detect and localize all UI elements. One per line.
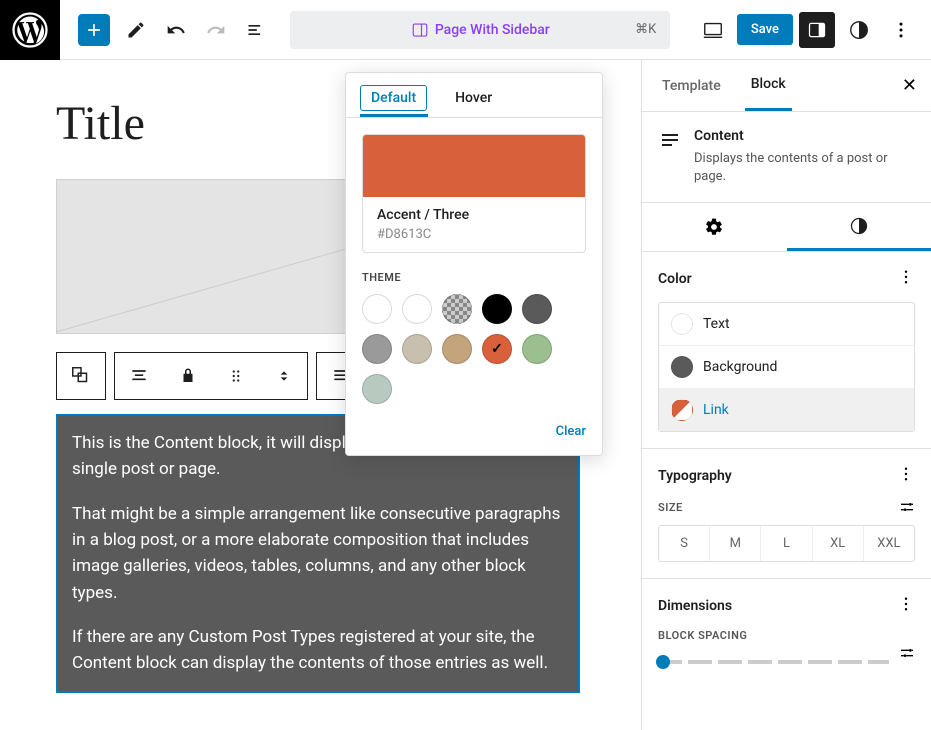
settings-sliders-icon[interactable] <box>899 645 915 661</box>
color-indicator <box>671 399 693 421</box>
dimensions-panel: Dimensions BLOCK SPACING <box>642 579 931 680</box>
color-row-label: Text <box>703 316 730 332</box>
lock-button[interactable] <box>163 353 211 399</box>
theme-swatch[interactable] <box>442 334 472 364</box>
size-button-l[interactable]: L <box>760 526 811 561</box>
command-shortcut: ⌘K <box>635 22 656 37</box>
color-swatch-large <box>363 135 585 197</box>
size-label: SIZE <box>658 501 683 514</box>
theme-swatch[interactable] <box>362 294 392 324</box>
close-sidebar-button[interactable]: ✕ <box>902 75 917 96</box>
theme-section-label: THEME <box>362 271 586 284</box>
theme-swatch[interactable] <box>402 334 432 364</box>
save-button[interactable]: Save <box>737 14 793 45</box>
tab-default[interactable]: Default <box>360 85 427 111</box>
slider-thumb[interactable] <box>656 655 670 669</box>
color-indicator <box>671 356 693 378</box>
color-row-label: Link <box>703 402 729 418</box>
options-menu-button[interactable] <box>883 12 919 48</box>
typography-title: Typography <box>658 468 732 484</box>
wordpress-logo[interactable] <box>0 0 60 60</box>
page-title-label: Page With Sidebar <box>435 22 550 38</box>
styles-subtab[interactable] <box>787 203 931 251</box>
content-paragraph: If there are any Custom Post Types regis… <box>72 624 564 677</box>
top-toolbar: Page With Sidebar ⌘K Save <box>0 0 931 60</box>
settings-sliders-icon[interactable] <box>899 499 915 515</box>
color-panel-menu[interactable] <box>897 268 915 290</box>
add-block-button[interactable] <box>78 14 110 46</box>
block-type-button[interactable] <box>57 353 105 399</box>
color-hex: #D8613C <box>377 227 571 242</box>
tab-template[interactable]: Template <box>656 60 727 111</box>
undo-button[interactable] <box>158 12 194 48</box>
clear-color-button[interactable]: Clear <box>362 424 586 439</box>
right-tools: Save <box>695 12 919 48</box>
block-description: Displays the contents of a post or page. <box>694 150 915 186</box>
color-preview-box[interactable]: Accent / Three #D8613C <box>362 134 586 253</box>
block-spacing-slider[interactable] <box>658 660 889 664</box>
color-rows: Text Background Link <box>658 302 915 432</box>
tab-hover[interactable]: Hover <box>455 90 492 116</box>
theme-swatch[interactable] <box>522 334 552 364</box>
dimensions-title: Dimensions <box>658 598 732 614</box>
size-button-m[interactable]: M <box>709 526 760 561</box>
color-row-background[interactable]: Background <box>659 345 914 388</box>
size-buttons: SMLXLXXL <box>658 525 915 562</box>
styles-button[interactable] <box>841 12 877 48</box>
redo-button[interactable] <box>198 12 234 48</box>
editor-canvas: Title This is the Content block, it will… <box>0 60 641 730</box>
color-panel: Color Text Background Link <box>642 252 931 449</box>
theme-swatch[interactable] <box>442 294 472 324</box>
content-block-icon <box>658 128 682 186</box>
view-button[interactable] <box>695 12 731 48</box>
content-paragraph: That might be a simple arrangement like … <box>72 501 564 606</box>
color-name: Accent / Three <box>377 207 571 223</box>
size-button-s[interactable]: S <box>659 526 709 561</box>
sidebar-tabs: Template Block ✕ <box>642 60 931 112</box>
typography-panel: Typography SIZE SMLXLXXL <box>642 449 931 579</box>
theme-swatch[interactable] <box>482 294 512 324</box>
size-button-xxl[interactable]: XXL <box>863 526 914 561</box>
block-info-section: Content Displays the contents of a post … <box>642 112 931 203</box>
theme-swatch[interactable] <box>522 294 552 324</box>
settings-sidebar-toggle[interactable] <box>799 12 835 48</box>
block-name: Content <box>694 128 915 144</box>
layout-icon <box>411 21 429 39</box>
block-spacing-label: BLOCK SPACING <box>658 629 915 642</box>
color-panel-title: Color <box>658 271 692 287</box>
tab-block[interactable]: Block <box>745 60 792 111</box>
theme-swatch[interactable] <box>402 294 432 324</box>
color-row-label: Background <box>703 359 777 375</box>
settings-subtab[interactable] <box>642 203 787 251</box>
move-button[interactable] <box>259 353 307 399</box>
color-picker-popover: Default Hover Accent / Three #D8613C THE… <box>345 72 603 456</box>
document-overview-button[interactable] <box>238 12 274 48</box>
theme-swatch[interactable] <box>482 334 512 364</box>
document-bar[interactable]: Page With Sidebar ⌘K <box>290 11 670 49</box>
theme-swatch[interactable] <box>362 374 392 404</box>
color-row-link[interactable]: Link <box>659 388 914 431</box>
edit-mode-button[interactable] <box>118 12 154 48</box>
sidebar-subtabs <box>642 203 931 252</box>
typography-panel-menu[interactable] <box>897 465 915 487</box>
color-row-text[interactable]: Text <box>659 303 914 345</box>
size-button-xl[interactable]: XL <box>812 526 863 561</box>
editor-tools <box>118 12 274 48</box>
color-indicator <box>671 313 693 335</box>
settings-sidebar: Template Block ✕ Content Displays the co… <box>641 60 931 730</box>
theme-swatch-grid <box>362 294 586 404</box>
align-button[interactable] <box>115 353 163 399</box>
drag-handle[interactable] <box>211 353 259 399</box>
theme-swatch[interactable] <box>362 334 392 364</box>
dimensions-panel-menu[interactable] <box>897 595 915 617</box>
